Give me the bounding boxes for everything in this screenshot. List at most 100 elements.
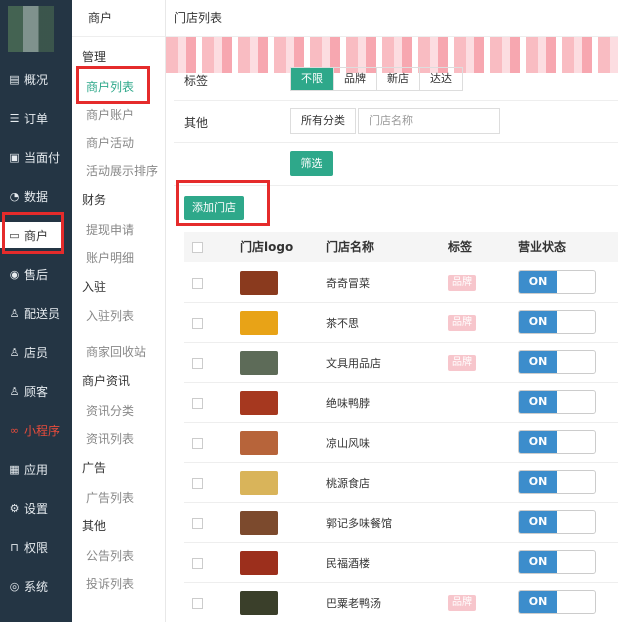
sidebar-item-data[interactable]: ◔ 数据 (0, 183, 72, 209)
filter-button[interactable]: 筛选 (290, 151, 333, 176)
table-row: 郭记多味餐馆 ON (184, 503, 618, 543)
sidebar-item-label: 系统 (24, 579, 49, 594)
status-toggle[interactable]: ON (518, 470, 596, 494)
submenu-link-merchant-account[interactable]: 商户账户 (86, 106, 134, 123)
store-name-input[interactable]: 门店名称 (358, 108, 500, 134)
highlight-box-merchant-list (76, 66, 150, 104)
table-header: 门店logo 门店名称 标签 营业状态 (184, 232, 618, 262)
sidebar-item-clerk[interactable]: ♙ 店员 (0, 339, 72, 365)
select-all-checkbox[interactable] (192, 242, 203, 253)
brand-tag-badge: 品牌 (448, 275, 476, 291)
status-toggle[interactable]: ON (518, 390, 596, 414)
sidebar-item-label: 顾客 (24, 384, 49, 399)
store-logo (240, 271, 278, 295)
sidebar-item-settings[interactable]: ⚙ 设置 (0, 495, 72, 521)
submenu-link-recycle-bin[interactable]: 商家回收站 (86, 343, 146, 360)
highlight-box-add-store (176, 180, 270, 226)
submenu-link-notice-list[interactable]: 公告列表 (86, 547, 134, 564)
sidebar-item-label: 设置 (24, 501, 49, 516)
sidebar-item-courier[interactable]: ♙ 配送员 (0, 300, 72, 326)
chart-icon: ▤ (9, 72, 20, 86)
store-name[interactable]: 绝味鸭脖 (326, 395, 370, 411)
sidebar-item-apps[interactable]: ▦ 应用 (0, 456, 72, 482)
row-checkbox[interactable] (192, 558, 203, 569)
category-select[interactable]: 所有分类 (290, 108, 356, 134)
row-checkbox[interactable] (192, 518, 203, 529)
toggle-on-label: ON (519, 431, 557, 453)
submenu-link-activity-sort[interactable]: 活动展示排序 (86, 162, 158, 179)
table-row: 文具用品店 品牌 ON (184, 343, 618, 383)
tag-option-new[interactable]: 新店 (377, 68, 420, 90)
divider (174, 100, 618, 101)
row-checkbox[interactable] (192, 478, 203, 489)
store-logo (240, 311, 278, 335)
row-checkbox[interactable] (192, 278, 203, 289)
submenu-group-join: 入驻 (82, 280, 107, 294)
sidebar-item-label: 配送员 (24, 306, 61, 321)
tag-option-dada[interactable]: 达达 (420, 68, 462, 90)
sidebar-item-system[interactable]: ◎ 系统 (0, 573, 72, 599)
table-row: 奇奇冒菜 品牌 ON (184, 263, 618, 303)
store-name[interactable]: 文具用品店 (326, 355, 381, 371)
column-status: 营业状态 (518, 240, 567, 254)
toggle-on-label: ON (519, 471, 557, 493)
store-name[interactable]: 郭记多味餐馆 (326, 515, 392, 531)
submenu-link-account-detail[interactable]: 账户明细 (86, 249, 134, 266)
row-checkbox[interactable] (192, 398, 203, 409)
store-logo (240, 471, 278, 495)
submenu-link-news-list[interactable]: 资讯列表 (86, 430, 134, 447)
submenu-link-ad-list[interactable]: 广告列表 (86, 489, 134, 506)
store-name[interactable]: 民福酒楼 (326, 555, 370, 571)
status-toggle[interactable]: ON (518, 270, 596, 294)
submenu-group-other: 其他 (82, 519, 107, 533)
row-checkbox[interactable] (192, 318, 203, 329)
toggle-on-label: ON (519, 511, 557, 533)
lock-icon: ⊓ (10, 540, 19, 554)
submenu-link-join-list[interactable]: 入驻列表 (86, 307, 134, 324)
sidebar-item-aftersale[interactable]: ◉ 售后 (0, 261, 72, 287)
store-list-panel: 门店列表 标签 不限 品牌 新店 达达 其他 所有分类 门店名称 筛选 添加门店… (166, 0, 618, 622)
miniapp-icon: ∞ (9, 423, 20, 437)
gear-icon: ⚙ (9, 501, 20, 515)
avatar[interactable] (8, 6, 54, 52)
status-toggle[interactable]: ON (518, 350, 596, 374)
toggle-on-label: ON (519, 391, 557, 413)
status-toggle[interactable]: ON (518, 430, 596, 454)
store-logo (240, 391, 278, 415)
list-icon: ☰ (9, 111, 20, 125)
table-row: 茶不思 品牌 ON (184, 303, 618, 343)
row-checkbox[interactable] (192, 358, 203, 369)
submenu-link-merchant-activity[interactable]: 商户活动 (86, 134, 134, 151)
category-select-value: 所有分类 (301, 114, 345, 127)
sidebar-item-overview[interactable]: ▤ 概况 (0, 66, 72, 92)
table-row: 巴粟老鸭汤 品牌 ON (184, 583, 618, 622)
brand-tag-badge: 品牌 (448, 595, 476, 611)
status-toggle[interactable]: ON (518, 510, 596, 534)
column-logo: 门店logo (240, 240, 294, 254)
row-checkbox[interactable] (192, 598, 203, 609)
sidebar-item-permissions[interactable]: ⊓ 权限 (0, 534, 72, 560)
store-name[interactable]: 奇奇冒菜 (326, 275, 370, 291)
sidebar-item-miniapp[interactable]: ∞ 小程序 (0, 417, 72, 443)
submenu-link-news-category[interactable]: 资讯分类 (86, 402, 134, 419)
store-name[interactable]: 巴粟老鸭汤 (326, 595, 381, 611)
status-toggle[interactable]: ON (518, 310, 596, 334)
tag-option-brand[interactable]: 品牌 (334, 68, 377, 90)
store-logo (240, 431, 278, 455)
row-checkbox[interactable] (192, 438, 203, 449)
sidebar-item-face-pay[interactable]: ▣ 当面付 (0, 144, 72, 170)
toggle-on-label: ON (519, 311, 557, 333)
store-logo (240, 591, 278, 615)
status-toggle[interactable]: ON (518, 590, 596, 614)
store-name[interactable]: 茶不思 (326, 315, 359, 331)
store-name[interactable]: 凉山风味 (326, 435, 370, 451)
submenu-link-withdraw[interactable]: 提现申请 (86, 221, 134, 238)
sidebar-item-orders[interactable]: ☰ 订单 (0, 105, 72, 131)
tag-option-all[interactable]: 不限 (291, 68, 334, 90)
submenu-group-ads: 广告 (82, 461, 107, 475)
status-toggle[interactable]: ON (518, 550, 596, 574)
store-name[interactable]: 桃源食店 (326, 475, 370, 491)
submenu-link-complaint-list[interactable]: 投诉列表 (86, 575, 134, 592)
page-title: 门店列表 (166, 0, 618, 37)
sidebar-item-customer[interactable]: ♙ 顾客 (0, 378, 72, 404)
